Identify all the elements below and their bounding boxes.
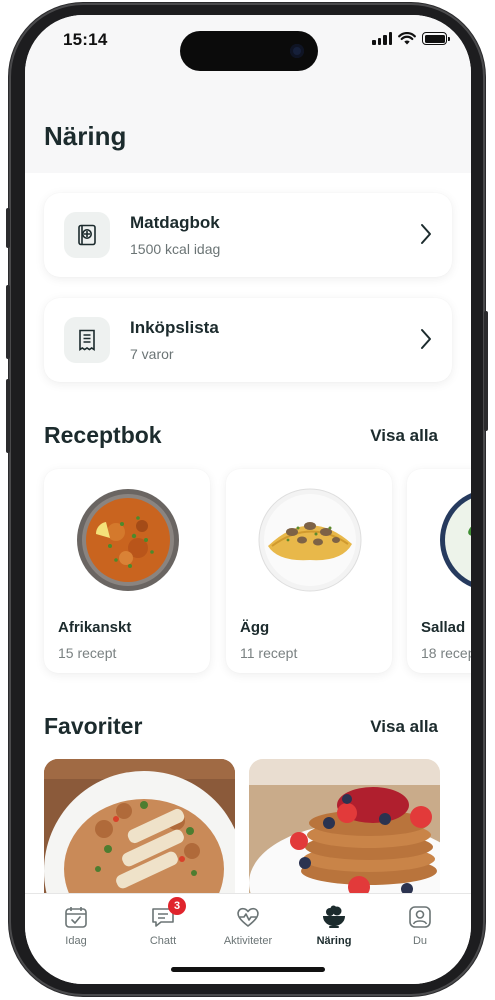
action-button bbox=[6, 208, 10, 248]
camera-icon bbox=[290, 44, 304, 58]
food-diary-subtitle: 1500 kcal idag bbox=[130, 241, 221, 257]
tab-chat[interactable]: 3 Chatt bbox=[123, 897, 203, 947]
shopping-list-icon-box bbox=[64, 317, 110, 363]
wifi-icon bbox=[398, 32, 416, 45]
tab-activities-label: Aktiviteter bbox=[223, 935, 273, 947]
recipe-category-card[interactable]: Afrikanskt 15 recept bbox=[44, 469, 210, 673]
tab-activities[interactable]: Aktiviteter bbox=[208, 904, 288, 947]
food-diary-card[interactable]: Matdagbok 1500 kcal idag bbox=[44, 193, 452, 277]
tab-profile-label: Du bbox=[412, 935, 428, 947]
salad-dish-image bbox=[440, 493, 471, 587]
screen: 15:14 Näring Matdagbok 1500 kcal idag In… bbox=[25, 15, 471, 984]
recipes-see-all-link[interactable]: Visa alla bbox=[370, 426, 438, 446]
dynamic-island bbox=[180, 31, 318, 71]
receipt-list-icon bbox=[79, 329, 95, 351]
food-diary-title: Matdagbok bbox=[130, 213, 220, 232]
shopping-list-card[interactable]: Inköpslista 7 varor bbox=[44, 298, 452, 382]
tab-profile[interactable]: Du bbox=[380, 904, 460, 947]
profile-icon bbox=[409, 906, 431, 928]
status-bar: 15:14 bbox=[25, 15, 471, 71]
recipe-category-title: Ägg bbox=[240, 619, 270, 636]
tab-chat-label: Chatt bbox=[149, 935, 177, 947]
book-icon bbox=[78, 224, 96, 246]
page-title: Näring bbox=[44, 121, 127, 151]
chat-unread-badge: 3 bbox=[168, 897, 186, 915]
favorite-recipe-card[interactable] bbox=[44, 759, 235, 909]
egg-dish-image bbox=[258, 488, 362, 592]
chevron-right-icon bbox=[421, 329, 431, 349]
recipe-category-count: 11 recept bbox=[240, 645, 298, 661]
favorites-section-title: Favoriter bbox=[44, 713, 143, 739]
tab-nutrition[interactable]: Näring bbox=[294, 904, 374, 947]
home-indicator[interactable] bbox=[171, 967, 325, 972]
recipe-category-count: 15 recept bbox=[58, 645, 117, 661]
chevron-right-icon bbox=[421, 224, 431, 244]
heart-pulse-icon bbox=[237, 907, 259, 927]
food-diary-icon-box bbox=[64, 212, 110, 258]
calendar-check-icon bbox=[65, 907, 87, 928]
cellular-signal-icon bbox=[372, 32, 392, 45]
tab-today[interactable]: Idag bbox=[36, 904, 116, 947]
recipe-category-card[interactable]: Sallad 18 recept bbox=[407, 469, 471, 673]
volume-down-button bbox=[6, 379, 10, 453]
status-time: 15:14 bbox=[63, 30, 108, 49]
chicken-quinoa-image bbox=[44, 759, 235, 909]
recipe-category-count: 18 recept bbox=[421, 645, 471, 661]
tab-today-label: Idag bbox=[65, 935, 87, 947]
status-icons bbox=[372, 32, 450, 45]
volume-up-button bbox=[6, 285, 10, 359]
recipe-category-title: Afrikanskt bbox=[58, 619, 132, 636]
power-button bbox=[484, 311, 488, 431]
recipe-category-card[interactable]: Ägg 11 recept bbox=[226, 469, 392, 673]
recipes-section-title: Receptbok bbox=[44, 422, 162, 448]
favorite-recipe-card[interactable] bbox=[249, 759, 440, 909]
shopping-list-subtitle: 7 varor bbox=[130, 346, 174, 362]
african-dish-image bbox=[77, 489, 179, 591]
recipe-category-title: Sallad bbox=[421, 619, 466, 636]
shopping-list-title: Inköpslista bbox=[130, 318, 219, 337]
pancakes-image bbox=[249, 759, 440, 909]
favorites-see-all-link[interactable]: Visa alla bbox=[370, 717, 438, 737]
battery-icon bbox=[422, 32, 450, 45]
tab-nutrition-label: Näring bbox=[316, 935, 352, 947]
bowl-icon bbox=[323, 905, 345, 928]
